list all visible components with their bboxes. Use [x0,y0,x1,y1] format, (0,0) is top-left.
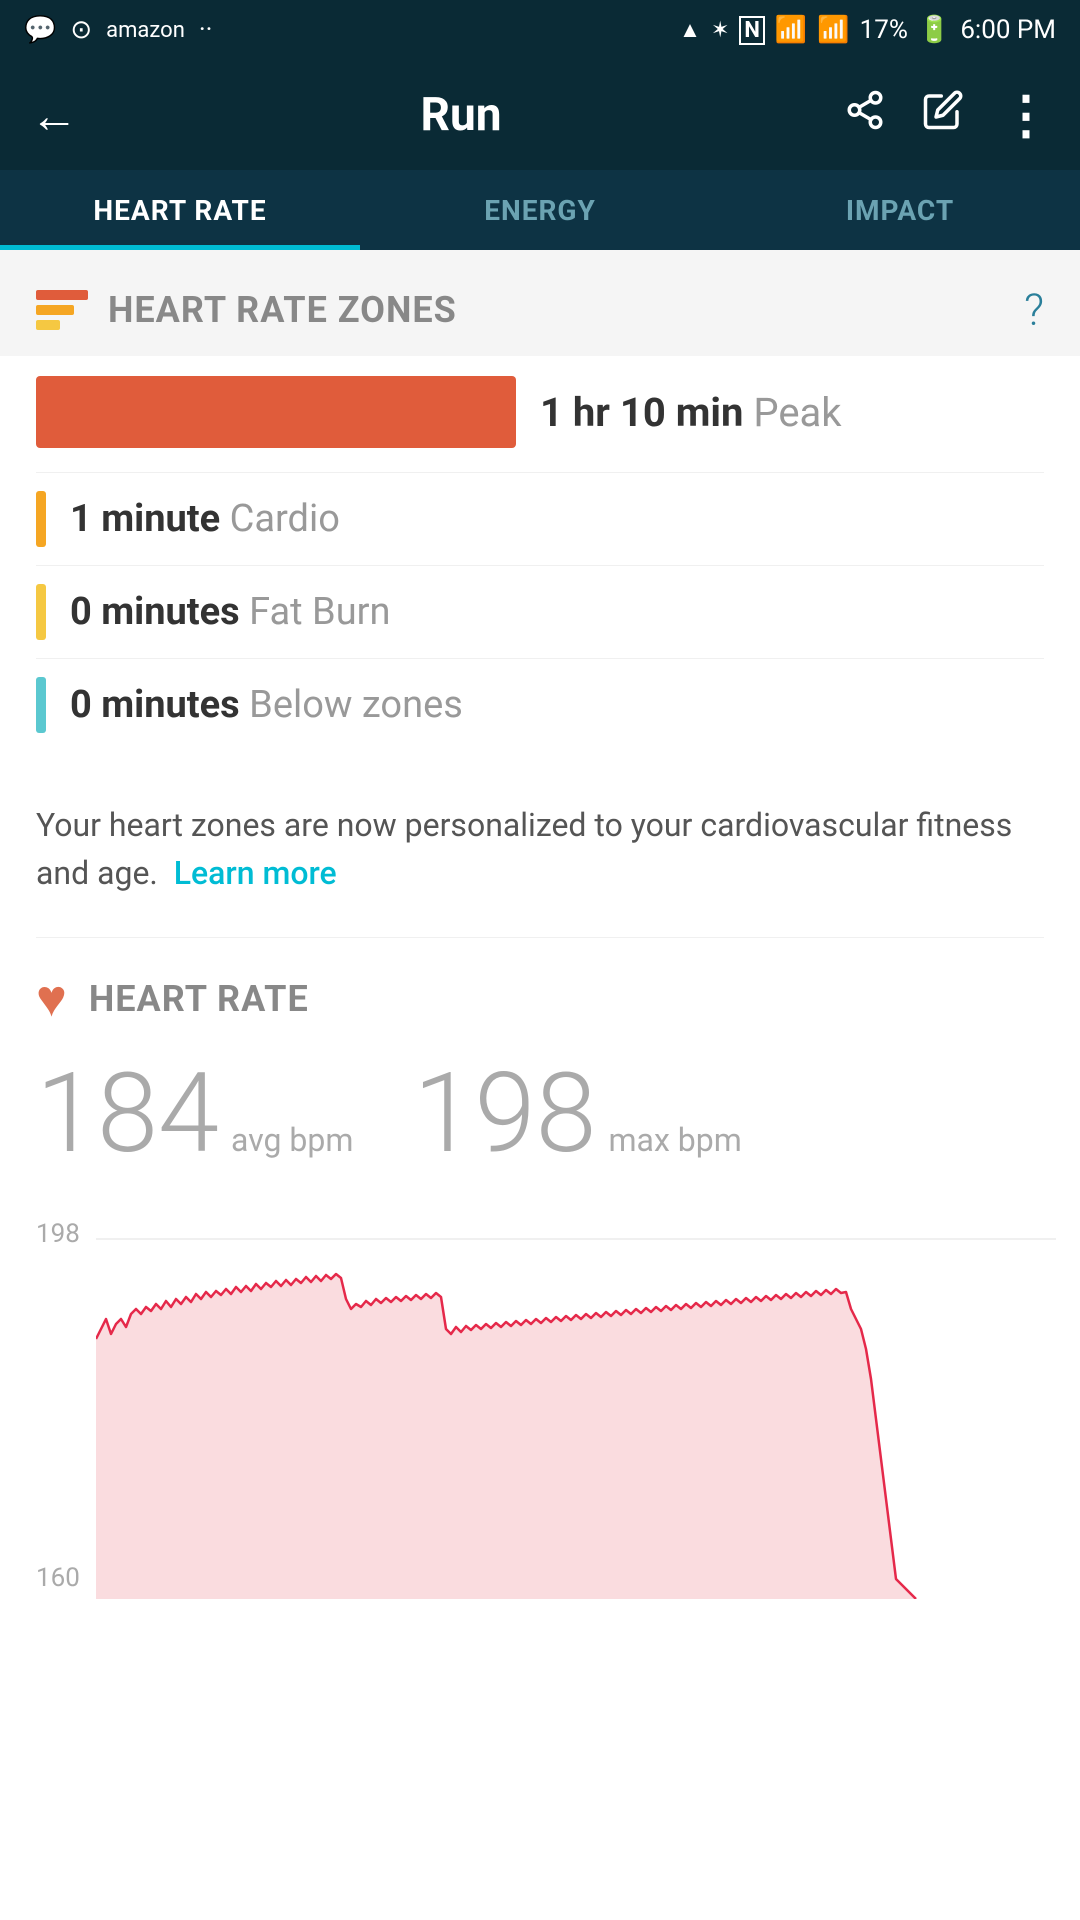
share-icon[interactable] [844,89,886,142]
chart-min-label: 160 [36,1563,80,1593]
help-icon[interactable]: ? [1024,284,1044,336]
heart-rate-svg [96,1219,1056,1599]
zones-info: Your heart zones are now personalized to… [0,781,1080,937]
nfc-icon: N [739,16,765,45]
network-icon: ▲ [679,17,701,43]
hr-section-title: HEART RATE [89,978,309,1020]
zone-below-label: 0 minutes Below zones [70,683,463,727]
zone-cardio-label: 1 minute Cardio [70,497,340,541]
zones-container: 1 hr 10 min Peak 1 minute Cardio 0 minut… [0,356,1080,781]
more-options-icon[interactable]: ⋮ [1000,85,1050,146]
zone-cardio-indicator [36,491,46,547]
status-icons-left: 💬 ⊙ amazon ·· [24,15,212,45]
battery-label: 17% [860,15,908,45]
status-bar: 💬 ⊙ amazon ·· ▲ ✶ N 📶 📶 17% 🔋 6:00 PM [0,0,1080,60]
zone-below-row: 0 minutes Below zones [36,658,1044,751]
heart-rate-section: ♥ HEART RATE 184 avg bpm 198 max bpm [0,938,1080,1219]
zone-cardio-row: 1 minute Cardio [36,472,1044,565]
zone-peak-bar [36,376,516,448]
chart-svg-wrapper [96,1219,1044,1603]
zones-info-text: Your heart zones are now personalized to… [36,801,1044,897]
signal-icon: 📶 [817,15,849,45]
avg-bpm-label: avg bpm [231,1121,353,1159]
learn-more-link[interactable]: Learn more [174,854,337,892]
page-title: Run [108,88,814,142]
zone-peak-label: 1 hr 10 min Peak [540,389,842,436]
battery-icon: 🔋 [918,15,950,45]
bluetooth-icon: ✶ [711,18,729,43]
zones-section-header: HEART RATE ZONES ? [0,250,1080,356]
main-content: HEART RATE ZONES ? 1 hr 10 min Peak 1 mi… [0,250,1080,1603]
zones-section-title: HEART RATE ZONES [108,289,457,331]
bpm-stats: 184 avg bpm 198 max bpm [36,1059,1044,1199]
max-bpm-stat: 198 max bpm [413,1059,741,1169]
zone-fatburn-label: 0 minutes Fat Burn [70,590,391,634]
message-icon: 💬 [24,15,56,45]
avg-bpm-stat: 184 avg bpm [36,1059,353,1169]
more-icon: ·· [199,15,213,45]
tab-energy[interactable]: ENERGY [360,170,720,250]
status-icons-right: ▲ ✶ N 📶 📶 17% 🔋 6:00 PM [679,15,1056,45]
zones-icon [36,288,88,332]
clock-icon: ⊙ [70,15,92,45]
zone-peak-row: 1 hr 10 min Peak [36,376,1044,448]
chart-max-label: 198 [36,1219,80,1249]
zones-header-left: HEART RATE ZONES [36,288,457,332]
wifi-icon: 📶 [775,15,807,45]
avg-bpm-value: 184 [36,1059,219,1169]
hr-section-header: ♥ HEART RATE [36,968,1044,1029]
amazon-icon: amazon [106,18,185,43]
back-button[interactable]: ← [30,87,78,144]
chart-y-labels: 198 160 [36,1219,80,1603]
time-label: 6:00 PM [960,15,1056,45]
header-action-icons: ⋮ [844,85,1050,146]
edit-icon[interactable] [922,89,964,142]
max-bpm-label: max bpm [608,1121,741,1159]
zone-below-indicator [36,677,46,733]
zone-fatburn-indicator [36,584,46,640]
tab-heart-rate[interactable]: HEART RATE [0,170,360,250]
heart-rate-chart: 198 160 [0,1219,1080,1603]
heart-icon: ♥ [36,968,67,1029]
max-bpm-value: 198 [413,1059,596,1169]
zone-fatburn-row: 0 minutes Fat Burn [36,565,1044,658]
app-header: ← Run ⋮ [0,60,1080,170]
tab-bar: HEART RATE ENERGY IMPACT [0,170,1080,250]
tab-impact[interactable]: IMPACT [720,170,1080,250]
